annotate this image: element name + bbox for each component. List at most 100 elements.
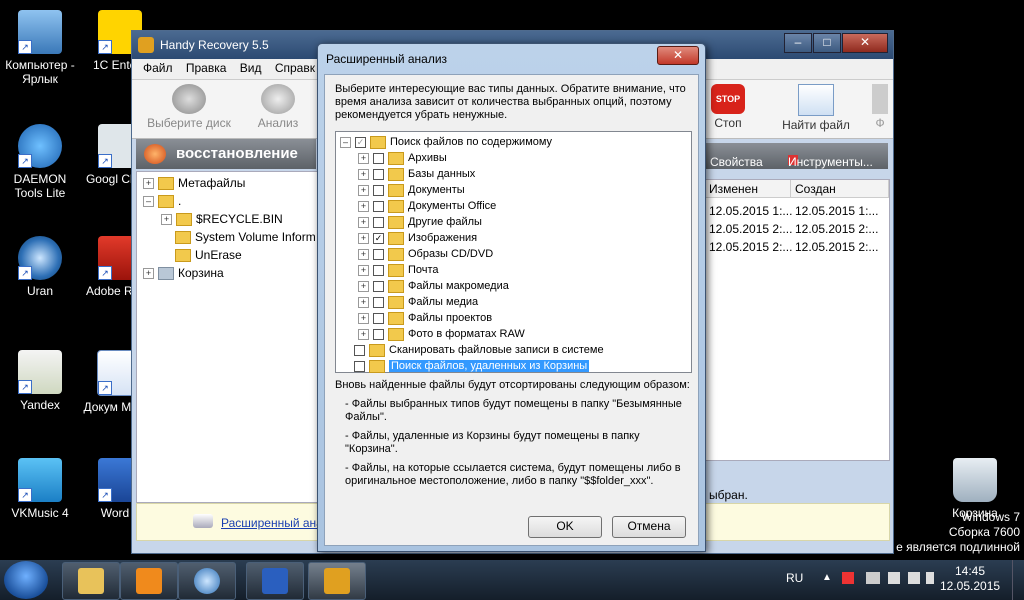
expand-toggle[interactable]: +	[358, 232, 369, 244]
column-header-created[interactable]: Создан	[791, 180, 889, 198]
action-center-icon[interactable]	[842, 572, 854, 584]
maximize-button[interactable]: □	[813, 33, 841, 53]
show-hidden-icons-icon[interactable]: ▲	[822, 572, 832, 583]
tree-item-raw-photos[interactable]: + Фото в форматах RAW	[358, 326, 525, 342]
expand-toggle[interactable]: +	[358, 264, 369, 276]
clock[interactable]: 14:45 12.05.2015	[940, 564, 1000, 594]
expand-toggle[interactable]: +	[358, 312, 369, 324]
tree-item-scan-system[interactable]: Сканировать файловые записи в системе	[354, 342, 604, 358]
expand-toggle[interactable]: +	[358, 296, 369, 308]
select-disk-button[interactable]: Выберите диск	[146, 84, 232, 130]
ok-button[interactable]: OK	[528, 516, 602, 538]
tree-item-cd-dvd[interactable]: + Образы CD/DVD	[358, 246, 493, 262]
dialog-close-button[interactable]: ✕	[657, 46, 699, 65]
folder-icon	[158, 177, 174, 191]
desktop-icon-vkmusic[interactable]: ↗ VKMusic 4	[2, 458, 78, 520]
table-cell[interactable]: 12.05.2015 1:...	[709, 202, 792, 220]
advanced-analysis-link[interactable]: Расширенный ана	[221, 516, 323, 530]
tree-item-images[interactable]: + ✓ Изображения	[358, 230, 477, 246]
tree-item-archives[interactable]: + Архивы	[358, 150, 447, 166]
expand-toggle[interactable]: +	[358, 152, 369, 164]
table-cell[interactable]: 12.05.2015 1:...	[795, 202, 878, 220]
checkbox[interactable]	[373, 248, 384, 260]
expand-toggle[interactable]: +	[358, 280, 369, 292]
checkbox[interactable]	[354, 344, 365, 356]
collapse-toggle[interactable]: –	[340, 136, 351, 148]
expand-toggle[interactable]: +	[358, 200, 369, 212]
extra-button[interactable]: Ф	[870, 84, 890, 130]
expand-toggle[interactable]: +	[143, 268, 154, 280]
checkbox[interactable]	[373, 168, 384, 180]
tree-item-macromedia[interactable]: + Файлы макромедиа	[358, 278, 509, 294]
expand-toggle[interactable]: +	[358, 248, 369, 260]
tree-item-recycle-search[interactable]: Поиск файлов, удаленных из Корзины	[354, 358, 590, 374]
tree-item-recycle-bin[interactable]: + Корзина	[143, 264, 224, 282]
table-cell[interactable]: 12.05.2015 2:...	[709, 238, 792, 256]
expand-toggle[interactable]: +	[358, 216, 369, 228]
power-icon[interactable]	[926, 572, 934, 584]
tree-item-system-volume[interactable]: System Volume Inform	[175, 228, 316, 246]
tree-item-office-documents[interactable]: + Документы Office	[358, 198, 496, 214]
tree-item-recycle-bin-dir[interactable]: + $RECYCLE.BIN	[161, 210, 283, 228]
analyze-button[interactable]: Анализ	[250, 84, 306, 130]
menu-help[interactable]: Справк	[270, 59, 320, 77]
desktop-icon-daemon-tools[interactable]: ↗ DAEMON Tools Lite	[2, 124, 78, 200]
checkbox[interactable]	[354, 360, 365, 372]
checkbox[interactable]	[373, 216, 384, 228]
checkbox[interactable]	[373, 264, 384, 276]
checkbox[interactable]	[373, 184, 384, 196]
column-header-modified[interactable]: Изменен	[705, 180, 791, 198]
tree-item-documents[interactable]: + Документы	[358, 182, 465, 198]
expand-toggle[interactable]: +	[358, 168, 369, 180]
show-desktop-button[interactable]	[1012, 560, 1024, 600]
checkbox[interactable]	[373, 312, 384, 324]
table-cell[interactable]: 12.05.2015 2:...	[795, 238, 878, 256]
close-button[interactable]: ✕	[842, 33, 888, 53]
expand-toggle[interactable]: +	[358, 328, 369, 340]
taskbar-uran[interactable]	[178, 562, 236, 600]
desktop-icon-yandex[interactable]: ↗ Yandex	[2, 350, 78, 412]
flashlight-icon	[193, 514, 213, 528]
taskbar-media-player[interactable]	[120, 562, 178, 600]
menu-view[interactable]: Вид	[235, 59, 267, 77]
checkbox[interactable]	[373, 152, 384, 164]
tree-item-projects[interactable]: + Файлы проектов	[358, 310, 492, 326]
stop-button[interactable]: STOP Стоп	[706, 84, 750, 130]
start-button[interactable]	[4, 561, 48, 599]
tree-item-unerase[interactable]: UnErase	[175, 246, 242, 264]
expand-toggle[interactable]: +	[161, 214, 172, 226]
tree-item-metafiles[interactable]: + Метафайлы	[143, 174, 245, 192]
taskbar-handy-recovery[interactable]	[308, 562, 366, 600]
menu-edit[interactable]: Правка	[181, 59, 232, 77]
tree-item-mail[interactable]: + Почта	[358, 262, 439, 278]
checkbox[interactable]	[373, 328, 384, 340]
expand-toggle[interactable]: +	[358, 184, 369, 196]
desktop-icon-computer[interactable]: ↗ Компьютер - Ярлык	[2, 10, 78, 86]
cancel-button[interactable]: Отмена	[612, 516, 686, 538]
menu-file[interactable]: Файл	[138, 59, 178, 77]
tree-item-databases[interactable]: + Базы данных	[358, 166, 475, 182]
checkbox[interactable]: ✓	[355, 136, 366, 148]
expand-toggle[interactable]: +	[143, 178, 154, 190]
signal-icon[interactable]	[888, 572, 900, 584]
table-cell[interactable]: 12.05.2015 2:...	[709, 220, 792, 238]
checkbox[interactable]	[373, 200, 384, 212]
language-indicator[interactable]: RU	[786, 571, 803, 585]
tree-item-label: Файлы медиа	[408, 296, 479, 308]
checkbox[interactable]	[373, 280, 384, 292]
table-cell[interactable]: 12.05.2015 2:...	[795, 220, 878, 238]
taskbar-word[interactable]	[246, 562, 304, 600]
tree-item-other-files[interactable]: + Другие файлы	[358, 214, 482, 230]
tree-item-media[interactable]: + Файлы медиа	[358, 294, 478, 310]
minimize-button[interactable]: –	[784, 33, 812, 53]
taskbar-explorer[interactable]	[62, 562, 120, 600]
tree-item-root[interactable]: –.	[143, 192, 181, 210]
desktop-icon-uran[interactable]: ↗ Uran	[2, 236, 78, 298]
checkbox-checked[interactable]: ✓	[373, 232, 384, 244]
network-icon[interactable]	[866, 572, 880, 584]
volume-icon[interactable]	[908, 572, 920, 584]
collapse-toggle[interactable]: –	[143, 196, 154, 208]
tree-root-content-search[interactable]: – ✓ Поиск файлов по содержимому	[340, 134, 552, 150]
find-file-button[interactable]: Найти файл	[778, 84, 854, 132]
checkbox[interactable]	[373, 296, 384, 308]
